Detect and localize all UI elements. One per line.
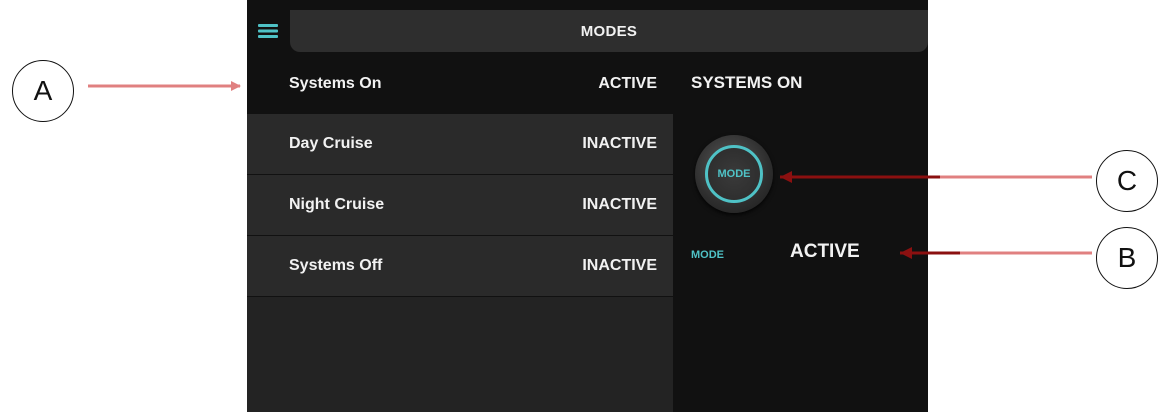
arrow-b-head bbox=[900, 247, 912, 259]
arrow-c-head bbox=[780, 171, 792, 183]
callout-b: B bbox=[1096, 227, 1158, 289]
callout-a: A bbox=[12, 60, 74, 122]
callout-c: C bbox=[1096, 150, 1158, 212]
annotation-arrows bbox=[88, 81, 1092, 259]
